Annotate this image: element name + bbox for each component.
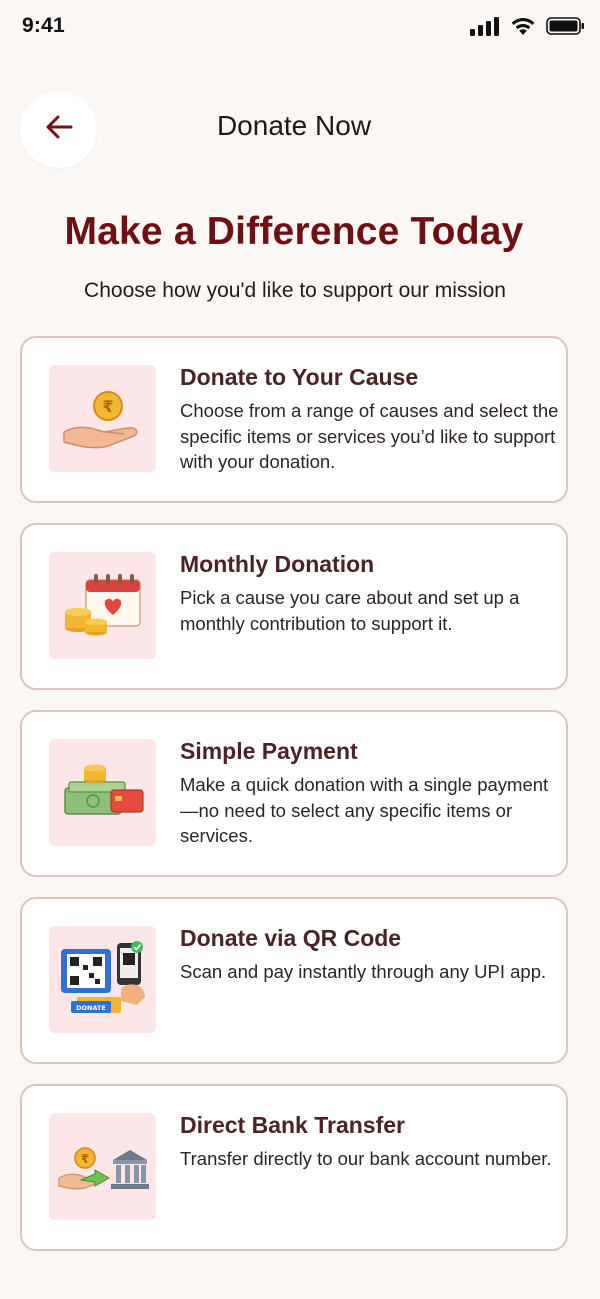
option-description: Pick a cause you care about and set up a… xyxy=(180,587,520,634)
cash-card-icon xyxy=(49,739,156,846)
calendar-coins-icon xyxy=(49,552,156,659)
bank-transfer-icon: ₹ xyxy=(49,1113,156,1220)
option-description: Choose from a range of causes and select… xyxy=(180,400,559,472)
option-title: Direct Bank Transfer xyxy=(180,1112,405,1138)
option-description: Transfer directly to our bank account nu… xyxy=(180,1148,552,1169)
wifi-icon xyxy=(510,16,536,36)
status-bar: 9:41 xyxy=(0,0,600,56)
option-title: Simple Payment xyxy=(180,738,358,764)
option-card-donate-to-cause[interactable]: ₹ Donate to Your Cause Choose from a ran… xyxy=(20,336,568,503)
option-title: Donate to Your Cause xyxy=(180,364,419,390)
option-card-qr-code[interactable]: DONATE Donate via QR Code Scan and pay i… xyxy=(20,897,568,1064)
donation-options-list: ₹ Donate to Your Cause Choose from a ran… xyxy=(20,336,568,1271)
svg-text:₹: ₹ xyxy=(80,1152,88,1166)
battery-icon xyxy=(546,16,586,36)
option-card-simple-payment[interactable]: Simple Payment Make a quick donation wit… xyxy=(20,710,568,877)
status-time: 9:41 xyxy=(22,14,65,37)
hero-subtitle: Choose how you'd like to support our mis… xyxy=(84,279,506,302)
option-card-bank-transfer[interactable]: ₹ Direct Bank Transfer Transfer directly… xyxy=(20,1084,568,1251)
option-description: Make a quick donation with a single paym… xyxy=(180,774,549,846)
hand-coin-icon: ₹ xyxy=(49,365,156,472)
status-icons xyxy=(470,16,586,36)
option-card-monthly-donation[interactable]: Monthly Donation Pick a cause you care a… xyxy=(20,523,568,690)
option-title: Donate via QR Code xyxy=(180,925,402,951)
option-description: Scan and pay instantly through any UPI a… xyxy=(180,961,547,982)
hero-title: Make a Difference Today xyxy=(64,210,524,253)
donate-badge-text: DONATE xyxy=(76,1004,106,1012)
option-title: Monthly Donation xyxy=(180,551,375,577)
page-title: Donate Now xyxy=(216,110,372,141)
qr-code-icon: DONATE xyxy=(49,926,156,1033)
svg-text:₹: ₹ xyxy=(102,397,113,416)
cellular-signal-icon xyxy=(470,16,500,36)
